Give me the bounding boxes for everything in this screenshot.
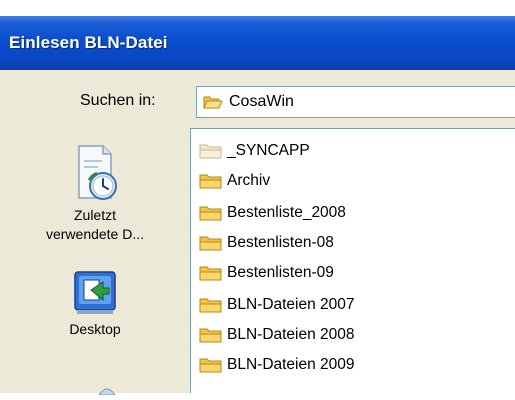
- file-name: Archiv: [227, 172, 271, 189]
- file-name: Bestenliste_2008: [227, 204, 346, 221]
- places-next-icon-partial: [96, 382, 118, 396]
- desktop-icon: [0, 266, 190, 320]
- file-list-item[interactable]: BLN-Dateien 2009: [199, 353, 514, 379]
- file-list-item[interactable]: Archiv: [199, 169, 514, 195]
- file-list[interactable]: _SYNCAPP Archiv Bestenliste_2008 Bestenlist…: [190, 128, 515, 393]
- file-name: Bestenlisten-08: [227, 234, 334, 251]
- file-list-item[interactable]: Bestenlisten-08: [199, 231, 514, 257]
- desktop-background-strip: [0, 0, 515, 16]
- dialog-title: Einlesen BLN-Datei: [9, 33, 168, 52]
- folder-icon: [199, 264, 223, 287]
- dialog-titlebar[interactable]: Einlesen BLN-Datei: [0, 16, 515, 70]
- file-list-item[interactable]: BLN-Dateien 2008: [199, 323, 514, 349]
- places-recent-label: Zuletzt verwendete D...: [45, 207, 145, 242]
- folder-icon: [199, 172, 223, 195]
- file-name: BLN-Dateien 2008: [227, 326, 355, 343]
- places-recent-documents[interactable]: Zuletzt verwendete D...: [0, 140, 190, 244]
- file-list-item[interactable]: BLN-Dateien 2007: [199, 293, 514, 319]
- recent-documents-icon: [0, 140, 190, 206]
- folder-open-icon: [203, 94, 223, 115]
- file-name: _SYNCAPP: [227, 142, 310, 159]
- file-list-item[interactable]: Bestenlisten-09: [199, 261, 514, 287]
- places-desktop[interactable]: Desktop: [0, 266, 190, 339]
- file-list-item[interactable]: _SYNCAPP: [199, 139, 514, 165]
- folder-icon: [199, 296, 223, 319]
- folder-icon: [199, 356, 223, 379]
- folder-icon: [199, 326, 223, 349]
- file-name: BLN-Dateien 2009: [227, 356, 355, 373]
- look-in-value: CosaWin: [229, 93, 294, 110]
- file-name: Bestenlisten-09: [227, 264, 334, 281]
- look-in-dropdown[interactable]: CosaWin: [196, 86, 515, 118]
- file-name: BLN-Dateien 2007: [227, 296, 355, 313]
- look-in-label: Suchen in:: [80, 92, 156, 109]
- folder-icon: [199, 234, 223, 257]
- file-list-item[interactable]: Bestenliste_2008: [199, 201, 514, 227]
- places-desktop-label: Desktop: [69, 321, 121, 337]
- folder-icon: [199, 204, 223, 227]
- folder-icon: [199, 142, 223, 165]
- places-bar: Zuletzt verwendete D... Desktop: [0, 128, 190, 396]
